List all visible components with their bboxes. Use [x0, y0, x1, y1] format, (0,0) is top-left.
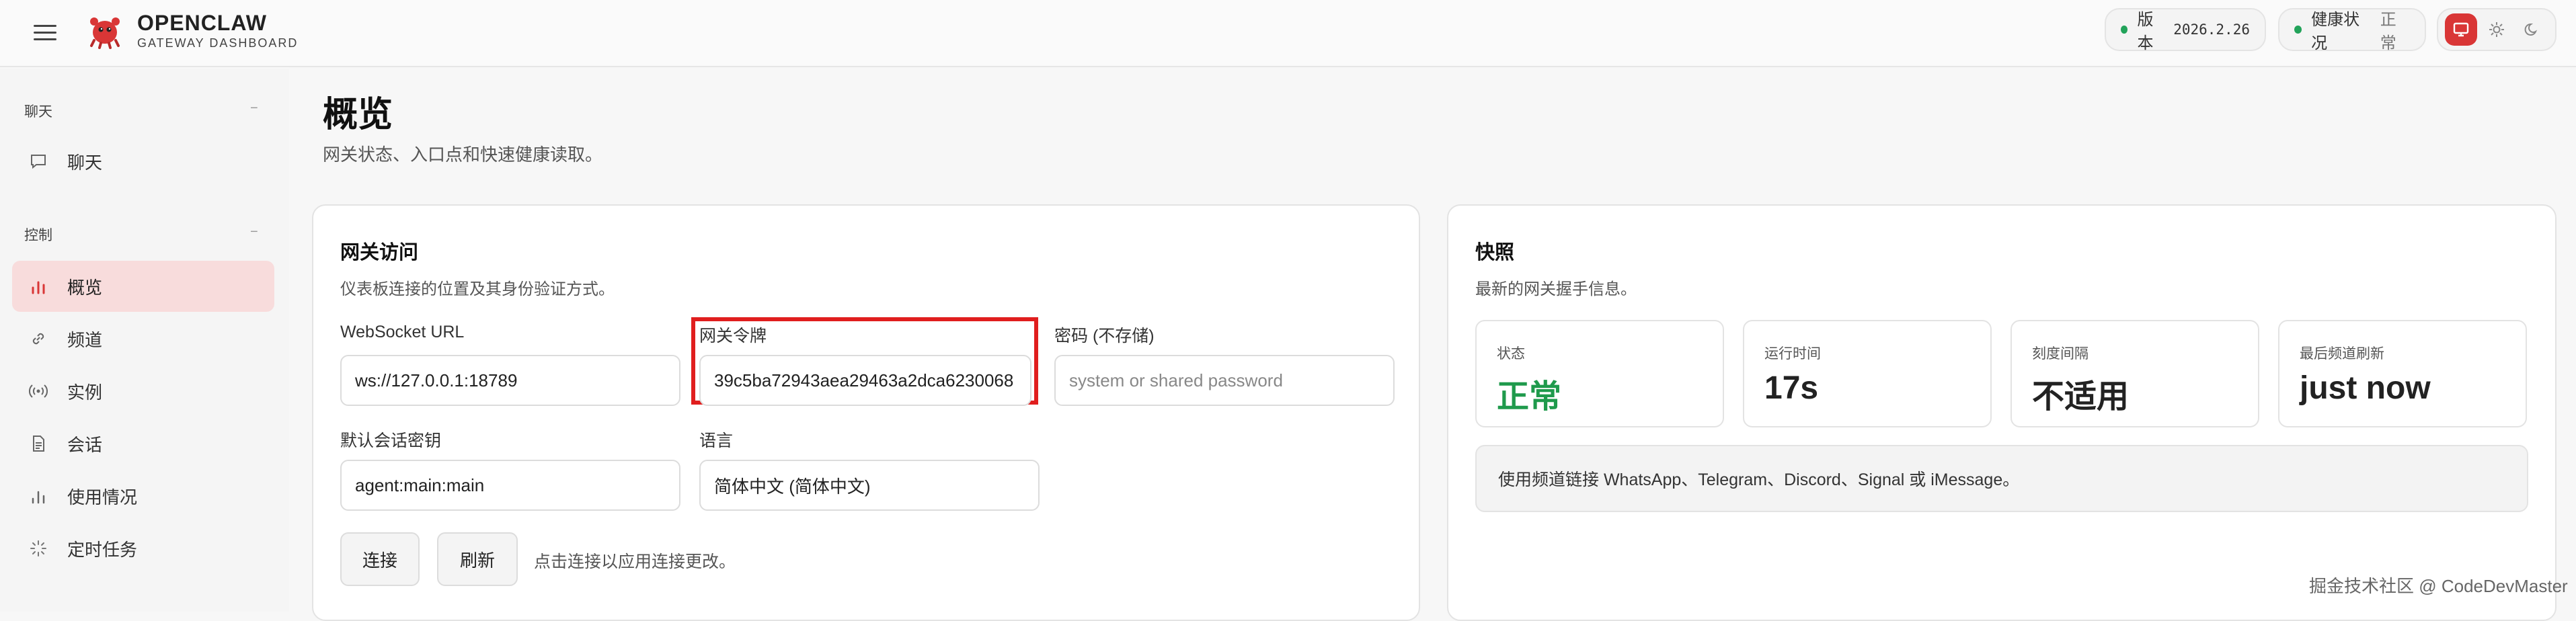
monitor-icon[interactable] [2445, 13, 2478, 46]
sidebar-item-chat[interactable]: 聊天 [12, 136, 274, 187]
session-key-label: 默认会话密钥 [340, 431, 442, 450]
health-label: 健康状况 [2311, 11, 2360, 52]
sidebar-item-channels[interactable]: 频道 [12, 313, 274, 364]
stat-value: just now [2300, 370, 2431, 406]
page-subtitle: 网关状态、入口点和快速健康读取。 [323, 144, 603, 165]
stat-value: 正常 [1497, 379, 1562, 415]
version-value: 2026.2.26 [2173, 22, 2250, 38]
page-title: 概览 [323, 95, 393, 134]
card-title: 快照 [1475, 242, 1515, 263]
broadcast-icon [27, 380, 50, 403]
sidebar-item-label: 实例 [67, 382, 103, 403]
language-label: 语言 [699, 431, 734, 450]
theme-mode-switcher [2437, 8, 2557, 51]
watermark: 掘金技术社区 @ CodeDevMaster [2309, 576, 2568, 596]
password-label: 密码 (不存储) [1054, 327, 1155, 345]
chat-icon [27, 150, 50, 173]
refresh-button[interactable]: 刷新 [437, 532, 518, 586]
link-icon [27, 327, 50, 350]
websocket-url-input[interactable] [340, 355, 680, 406]
document-icon [27, 432, 50, 455]
top-bar: OPENCLAW GATEWAY DASHBOARD 版本 2026.2.26 … [0, 0, 2576, 67]
sidebar-item-sessions[interactable]: 会话 [12, 418, 274, 469]
version-pill: 版本 2026.2.26 [2105, 8, 2266, 52]
status-dot-icon [2294, 26, 2302, 34]
sidebar-section-chat: 聊天 [24, 104, 52, 120]
sidebar-item-label: 使用情况 [67, 487, 138, 507]
connect-hint: 点击连接以应用连接更改。 [534, 552, 736, 571]
collapse-icon[interactable]: − [250, 224, 258, 240]
snapshot-card: 快照 最新的网关握手信息。 状态 正常 运行时间 17s 刻度间隔 不适用 最后… [1447, 204, 2557, 621]
gateway-token-input[interactable] [699, 355, 1031, 406]
session-key-input[interactable] [340, 460, 680, 511]
stat-label: 运行时间 [1764, 346, 1821, 362]
status-dot-icon [2121, 26, 2128, 34]
stat-value: 不适用 [2032, 379, 2130, 415]
connect-button[interactable]: 连接 [340, 532, 420, 586]
stat-label: 状态 [1497, 346, 1525, 362]
bar-chart-icon [27, 275, 50, 298]
card-title: 网关访问 [340, 242, 419, 263]
sidebar-item-label: 会话 [67, 434, 103, 455]
sidebar-item-cron[interactable]: 定时任务 [12, 523, 274, 574]
moon-icon[interactable] [2516, 13, 2548, 46]
token-label: 网关令牌 [699, 327, 767, 345]
sidebar-item-label: 聊天 [67, 152, 103, 173]
language-select[interactable]: 简体中文 (简体中文) [699, 460, 1040, 511]
health-pill: 健康状况 正常 [2278, 8, 2426, 52]
sidebar-item-label: 频道 [67, 329, 103, 350]
sidebar-item-usage[interactable]: 使用情况 [12, 470, 274, 522]
channel-note: 使用频道链接 WhatsApp、Telegram、Discord、Signal … [1475, 445, 2528, 512]
version-label: 版本 [2137, 11, 2154, 52]
loader-icon [27, 537, 50, 560]
usage-chart-icon [27, 485, 50, 507]
health-value: 正常 [2380, 11, 2396, 52]
stat-tick-interval: 刻度间隔 不适用 [2011, 320, 2259, 427]
password-input[interactable] [1054, 355, 1395, 406]
card-subtitle: 最新的网关握手信息。 [1475, 280, 1637, 298]
sidebar-item-label: 定时任务 [67, 539, 138, 560]
stat-value: 17s [1764, 370, 1819, 406]
stat-status: 状态 正常 [1475, 320, 1724, 427]
gateway-access-card: 网关访问 仪表板连接的位置及其身份验证方式。 WebSocket URL 网关令… [312, 204, 1420, 621]
sidebar-item-instances[interactable]: 实例 [12, 366, 274, 417]
menu-icon[interactable] [34, 20, 56, 43]
card-subtitle: 仪表板连接的位置及其身份验证方式。 [340, 280, 615, 298]
stat-label: 最后频道刷新 [2300, 346, 2384, 362]
stat-last-refresh: 最后频道刷新 just now [2278, 320, 2527, 427]
stat-label: 刻度间隔 [2032, 346, 2089, 362]
stat-uptime: 运行时间 17s [1743, 320, 1992, 427]
brand-subtitle: GATEWAY DASHBOARD [137, 36, 299, 50]
sidebar: 聊天 − 聊天 控制 − 概览 频道 实例 会话 使用情况 定时任务 [0, 69, 289, 612]
websocket-label: WebSocket URL [340, 323, 465, 341]
sidebar-section-control: 控制 [24, 228, 52, 243]
brand-title: OPENCLAW [137, 11, 267, 35]
sidebar-item-overview[interactable]: 概览 [12, 261, 274, 312]
sidebar-item-label: 概览 [67, 277, 103, 298]
logo-icon [90, 17, 120, 49]
collapse-icon[interactable]: − [250, 101, 258, 116]
sun-icon[interactable] [2481, 13, 2513, 46]
